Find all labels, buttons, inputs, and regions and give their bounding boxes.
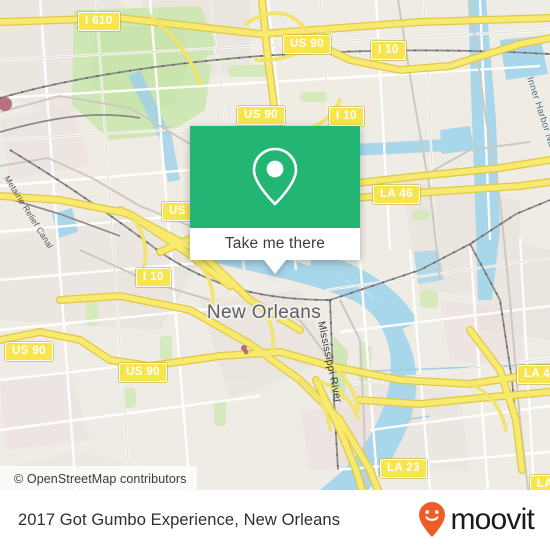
- osm-attribution[interactable]: © OpenStreetMap contributors: [0, 466, 197, 490]
- highway-shield: US 90: [5, 342, 53, 361]
- popup-action-bar[interactable]: Take me there: [190, 228, 360, 260]
- popup-pointer-tail: [264, 260, 286, 274]
- footer-bar: 2017 Got Gumbo Experience, New Orleans m…: [0, 490, 550, 550]
- moovit-smiley-pin-icon: [419, 502, 446, 537]
- page-title: 2017 Got Gumbo Experience, New Orleans: [18, 510, 341, 529]
- highway-shield: LA 428: [530, 475, 550, 490]
- highway-shield: I 10: [329, 107, 364, 126]
- map-pin-icon: [252, 147, 298, 206]
- highway-shield: LA 46: [373, 185, 420, 204]
- screenshot-root: New Orleans Inner Harbor Navigation Cana…: [0, 0, 550, 550]
- highway-shield: US 90: [237, 106, 285, 125]
- highway-shield: I 10: [136, 268, 171, 287]
- moovit-wordmark: moovit: [450, 503, 534, 536]
- highway-shield: US 90: [119, 363, 167, 382]
- highway-shield: I 610: [78, 12, 120, 31]
- popup-image-area: [190, 126, 360, 228]
- location-popup-card[interactable]: Take me there: [190, 126, 360, 274]
- take-me-there-label: Take me there: [224, 235, 326, 252]
- map-city-label: New Orleans: [207, 302, 321, 323]
- highway-shield: LA 23: [380, 459, 427, 478]
- highway-shield: I 10: [371, 41, 406, 60]
- moovit-brand[interactable]: moovit: [417, 501, 535, 539]
- highway-shield: LA 428: [517, 365, 550, 384]
- highway-shield: US 90: [283, 35, 331, 54]
